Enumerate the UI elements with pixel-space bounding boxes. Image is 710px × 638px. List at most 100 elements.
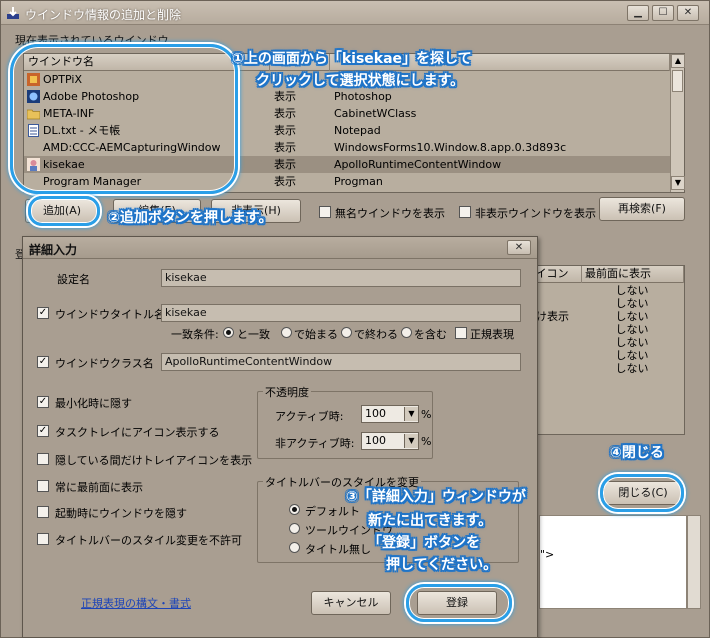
highlight-register-button [406,584,512,622]
highlight-add-button [28,196,100,226]
row-class: WindowsForms10.Window.8.app.0.3d893c [334,141,567,154]
detail-dialog: 詳細入力 ✕ 設定名 kisekae ✓ ウインドウタイトル名 kisekae … [22,236,538,638]
tray-icon-checkbox[interactable]: ✓ [37,425,49,437]
always-on-top-checkbox[interactable] [37,480,49,492]
show-hidden-label: 非表示ウインドウを表示 [475,207,596,220]
row-class: CabinetWClass [334,107,417,120]
minimize-button[interactable]: ▁ [627,5,649,21]
tray-icon-label: タスクトレイにアイコン表示する [55,426,220,439]
chevron-down-icon[interactable]: ▼ [404,407,418,421]
match-starts-label: で始まる [294,328,338,341]
registered-window-list[interactable]: アイコン 最前面に表示 示しない 示しない 付け表示しない 示しない 示しない … [521,265,685,435]
maximize-icon: ☐ [658,7,668,18]
tray-while-hidden-label: 隠している間だけトレイアイコンを表示 [55,454,253,467]
disallow-titlebar-change-checkbox[interactable] [37,533,49,545]
text-area-content: "> [540,548,555,561]
annotation-step3-line4: 押してください。 [386,557,498,573]
minimize-icon: ▁ [634,7,642,18]
list-item[interactable]: 示しない [522,323,684,336]
setting-name-input[interactable]: kisekae [161,269,521,287]
cell: しない [615,297,649,310]
window-title: ウインドウ情報の追加と削除 [25,8,182,22]
window-class-input[interactable]: ApolloRuntimeContentWindow [161,353,521,371]
scroll-thumb[interactable] [672,70,683,92]
list-item[interactable]: 示しない [522,362,684,375]
window-class-checkbox[interactable]: ✓ [37,356,49,368]
row-state: 表示 [274,175,296,188]
minimize-hide-checkbox[interactable]: ✓ [37,396,49,408]
always-on-top-label: 常に最前面に表示 [55,481,143,494]
hide-on-start-checkbox[interactable] [37,506,49,518]
active-opacity-label: アクティブ時: [275,410,344,423]
row-class: ApolloRuntimeContentWindow [334,158,502,171]
show-unnamed-checkbox[interactable] [319,206,331,218]
list-item[interactable]: 示しない [522,284,684,297]
match-contains-radio[interactable] [401,327,412,338]
list-item[interactable]: 示しない [522,349,684,362]
show-unnamed-label: 無名ウインドウを表示 [335,207,445,220]
cell: しない [615,323,649,336]
titlebar-none-label: タイトル無し [305,543,371,556]
regex-checkbox[interactable] [455,327,467,339]
highlight-window-list [10,44,238,194]
highlight-close-button [600,474,684,512]
annotation-step3-line3: 「登録」ボタンを [368,535,480,551]
inactive-opacity-value: 100 [365,434,386,447]
dialog-close-button[interactable]: ✕ [507,240,531,255]
match-equal-radio[interactable] [223,327,234,338]
show-hidden-checkbox[interactable] [459,206,471,218]
regex-label: 正規表現 [470,328,514,341]
annotation-step1-line2: クリックして選択状態にします。 [256,73,465,89]
match-ends-label: で終わる [354,328,398,341]
window-class-label: ウインドウクラス名 [55,357,154,370]
close-icon: ✕ [514,242,524,253]
chevron-down-icon[interactable]: ▼ [404,434,418,448]
row-state: 表示 [274,90,296,103]
hide-on-start-label: 起動時にウインドウを隠す [55,507,187,520]
window-title-input[interactable]: kisekae [161,304,521,322]
tray-while-hidden-checkbox[interactable] [37,453,49,465]
row-class: Progman [334,175,383,188]
annotation-step3-line2: 新たに出てきます。 [368,513,493,529]
list-item[interactable]: 示しない [522,297,684,310]
list-item[interactable]: 示しない [522,336,684,349]
window-title-label: ウインドウタイトル名 [55,308,165,321]
dialog-title: 詳細入力 [29,243,78,257]
titlebar-none-radio[interactable] [289,542,300,553]
registered-list-header: アイコン 最前面に表示 [522,266,684,283]
cell: しない [615,336,649,349]
rescan-button[interactable]: 再検索(F) [599,197,685,221]
regex-syntax-link[interactable]: 正規表現の構文・書式 [81,595,191,611]
titlebar-default-radio[interactable] [289,504,300,515]
dialog-titlebar[interactable]: 詳細入力 ✕ [23,237,537,259]
inactive-opacity-select[interactable]: 100 ▼ [361,432,419,450]
column-header-topmost[interactable]: 最前面に表示 [582,266,684,283]
active-opacity-select[interactable]: 100 ▼ [361,405,419,423]
scroll-up-icon[interactable]: ▲ [671,54,685,68]
close-button[interactable]: ✕ [677,5,699,21]
minimize-hide-label: 最小化時に隠す [55,397,132,410]
cell: しない [615,349,649,362]
row-state: 表示 [274,124,296,137]
titlebar-toolwindow-radio[interactable] [289,523,300,534]
list-scrollbar[interactable]: ▲ ▼ [670,54,685,192]
match-equal-label: と一致 [237,328,270,341]
annotation-step2: ②追加ボタンを押します。 [108,210,273,226]
cell: しない [615,310,649,323]
scroll-down-icon[interactable]: ▼ [671,176,685,190]
row-state: 表示 [274,107,296,120]
percent-label: % [421,435,432,448]
window-title-checkbox[interactable]: ✓ [37,307,49,319]
maximize-button[interactable]: ☐ [652,5,674,21]
match-ends-radio[interactable] [341,327,352,338]
main-titlebar[interactable]: ウインドウ情報の追加と削除 ▁ ☐ ✕ [1,1,709,25]
text-area[interactable]: "> [539,515,687,609]
text-area-scrollbar[interactable] [687,515,701,609]
list-item[interactable]: 付け表示 しない [522,310,684,323]
cancel-button[interactable]: キャンセル [311,591,391,615]
annotation-step4: ④閉じる [610,445,664,461]
opacity-group-label: 不透明度 [263,384,311,400]
setting-name-label: 設定名 [57,273,90,286]
match-starts-radio[interactable] [281,327,292,338]
match-condition-label: 一致条件: [171,328,219,341]
